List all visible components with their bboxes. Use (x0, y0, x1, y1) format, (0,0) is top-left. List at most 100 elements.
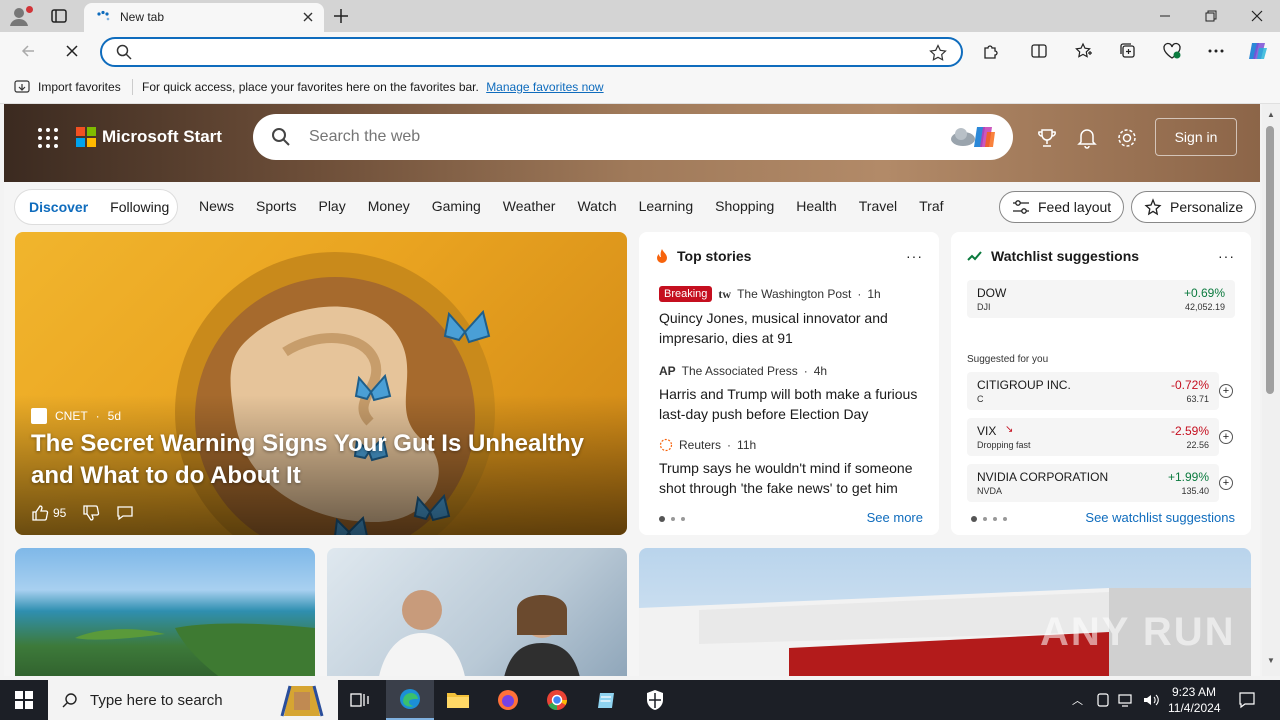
back-button[interactable] (17, 40, 39, 62)
manage-favorites-link[interactable]: Manage favorites now (486, 80, 603, 94)
main-story-card[interactable]: CNET · 5d The Secret Warning Signs Your … (15, 232, 627, 535)
rewards-button[interactable] (1035, 126, 1059, 150)
taskbar-app-security[interactable] (631, 680, 679, 720)
trophy-icon (1038, 129, 1056, 147)
story-headline[interactable]: The Secret Warning Signs Your Gut Is Unh… (31, 428, 621, 492)
stock-price: 135.40 (1181, 486, 1209, 496)
taskbar-app-chrome[interactable] (533, 680, 581, 720)
story-item[interactable]: Breaking tw The Washington Post · 1h Qui… (659, 286, 929, 348)
brand-name[interactable]: Microsoft Start (102, 127, 222, 147)
page-settings-button[interactable] (1115, 126, 1139, 150)
story-age: 1h (867, 287, 881, 301)
comment-icon[interactable] (116, 504, 134, 522)
weather-copilot-icon[interactable] (947, 123, 1003, 151)
personalize-button[interactable]: Personalize (1131, 191, 1257, 223)
nav-item-health[interactable]: Health (796, 198, 836, 214)
meta-dot: · (803, 364, 808, 378)
nav-item-gaming[interactable]: Gaming (432, 198, 481, 214)
stock-price: 42,052.19 (1184, 302, 1225, 312)
restore-button[interactable] (1188, 0, 1234, 32)
nav-item-travel[interactable]: Travel (859, 198, 897, 214)
tab-actions-button[interactable] (50, 7, 68, 25)
trend-up-icon (967, 251, 982, 261)
windows-taskbar: Type here to search ︿ 9:23 AM 11/4/2024 (0, 680, 1280, 720)
scroll-down-icon[interactable]: ▼ (1267, 656, 1275, 665)
tab-discover[interactable]: Discover (29, 199, 88, 215)
copilot-button[interactable] (1246, 39, 1270, 63)
nav-item-learning[interactable]: Learning (639, 198, 694, 214)
carousel-dots[interactable] (971, 516, 1007, 522)
add-to-watchlist-icon[interactable]: + (1219, 384, 1233, 398)
scrollbar-thumb[interactable] (1266, 126, 1274, 394)
device-icon[interactable] (1095, 692, 1111, 708)
page-scrollbar[interactable]: ▲ ▼ (1262, 104, 1280, 676)
chevron-up-icon[interactable]: ︿ (1072, 692, 1083, 708)
close-tab-icon[interactable] (300, 9, 316, 25)
web-search-box[interactable]: Search the web (253, 114, 1013, 160)
tab-new-tab[interactable]: New tab (84, 3, 324, 32)
nav-item-sports[interactable]: Sports (256, 198, 296, 214)
tab-following[interactable]: Following (110, 199, 169, 215)
travel-image-card[interactable] (15, 548, 315, 676)
nav-item-play[interactable]: Play (318, 198, 345, 214)
system-clock[interactable]: 9:23 AM 11/4/2024 (1168, 684, 1221, 716)
network-icon[interactable] (1118, 692, 1136, 708)
taskbar-search[interactable]: Type here to search (48, 680, 338, 720)
thumbs-down-icon[interactable] (82, 504, 100, 522)
close-icon (1251, 10, 1263, 22)
nav-item-news[interactable]: News (199, 198, 234, 214)
minimize-button[interactable] (1142, 0, 1188, 32)
address-bar[interactable] (100, 37, 963, 67)
collections-button[interactable] (1117, 40, 1139, 62)
stock-row[interactable]: CITIGROUP INC. C -0.72% 63.71 + (967, 372, 1233, 410)
taskbar-app-firefox[interactable] (484, 680, 532, 720)
extensions-button[interactable] (980, 40, 1002, 62)
add-to-watchlist-icon[interactable]: + (1219, 430, 1233, 444)
app-launcher-button[interactable] (38, 128, 58, 148)
browser-essentials-button[interactable] (1161, 40, 1183, 62)
carousel-dots[interactable] (659, 516, 685, 522)
split-screen-icon (1031, 44, 1047, 58)
taskbar-app-edge[interactable] (386, 680, 434, 720)
close-window-button[interactable] (1234, 0, 1280, 32)
new-tab-button[interactable] (332, 7, 350, 25)
taskbar-app-notes[interactable] (582, 680, 630, 720)
stop-button[interactable] (61, 40, 83, 62)
heart-pulse-icon (1163, 42, 1181, 59)
business-image-card[interactable] (327, 548, 627, 676)
profile-button[interactable] (8, 5, 34, 27)
story-item[interactable]: Reuters · 11h Trump says he wouldn't min… (659, 438, 929, 498)
nav-item-money[interactable]: Money (368, 198, 410, 214)
feed-layout-button[interactable]: Feed layout (999, 191, 1125, 223)
like-button[interactable]: 95 (31, 504, 66, 522)
scroll-up-icon[interactable]: ▲ (1267, 110, 1275, 119)
feed-segment-control: Discover Following (14, 189, 178, 225)
see-watchlist-suggestions-link[interactable]: See watchlist suggestions (1085, 510, 1235, 525)
stock-row[interactable]: NVIDIA CORPORATION NVDA +1.99% 135.40 + (967, 464, 1233, 502)
nav-item-weather[interactable]: Weather (503, 198, 556, 214)
search-icon (272, 128, 290, 146)
split-screen-button[interactable] (1028, 40, 1050, 62)
taskbar-app-file-explorer[interactable] (434, 680, 482, 720)
start-button[interactable] (0, 680, 48, 720)
notification-center-icon[interactable] (1238, 691, 1256, 709)
more-options-icon[interactable]: ··· (1218, 248, 1235, 264)
nav-item-shopping[interactable]: Shopping (715, 198, 774, 214)
add-to-watchlist-icon[interactable]: + (1219, 476, 1233, 490)
notifications-button[interactable] (1075, 126, 1099, 150)
see-more-link[interactable]: See more (867, 510, 923, 525)
import-favorites-button[interactable]: Import favorites (14, 79, 121, 95)
sign-in-button[interactable]: Sign in (1155, 118, 1237, 156)
index-row-dow[interactable]: DOW DJI +0.69% 42,052.19 (967, 280, 1235, 318)
favorite-star-icon[interactable] (929, 44, 947, 62)
story-item[interactable]: AP The Associated Press · 4h Harris and … (659, 364, 929, 424)
nav-item-traffic[interactable]: Traf (919, 198, 943, 214)
settings-more-button[interactable] (1205, 40, 1227, 62)
nav-item-watch[interactable]: Watch (577, 198, 616, 214)
task-view-button[interactable] (336, 680, 384, 720)
favorites-button[interactable] (1073, 40, 1095, 62)
more-options-icon[interactable]: ··· (906, 248, 923, 264)
volume-icon[interactable] (1142, 692, 1160, 708)
watermark: ANY RUN (1040, 610, 1236, 654)
stock-row[interactable]: VIX ↘ Dropping fast -2.59% 22.56 + (967, 418, 1233, 456)
